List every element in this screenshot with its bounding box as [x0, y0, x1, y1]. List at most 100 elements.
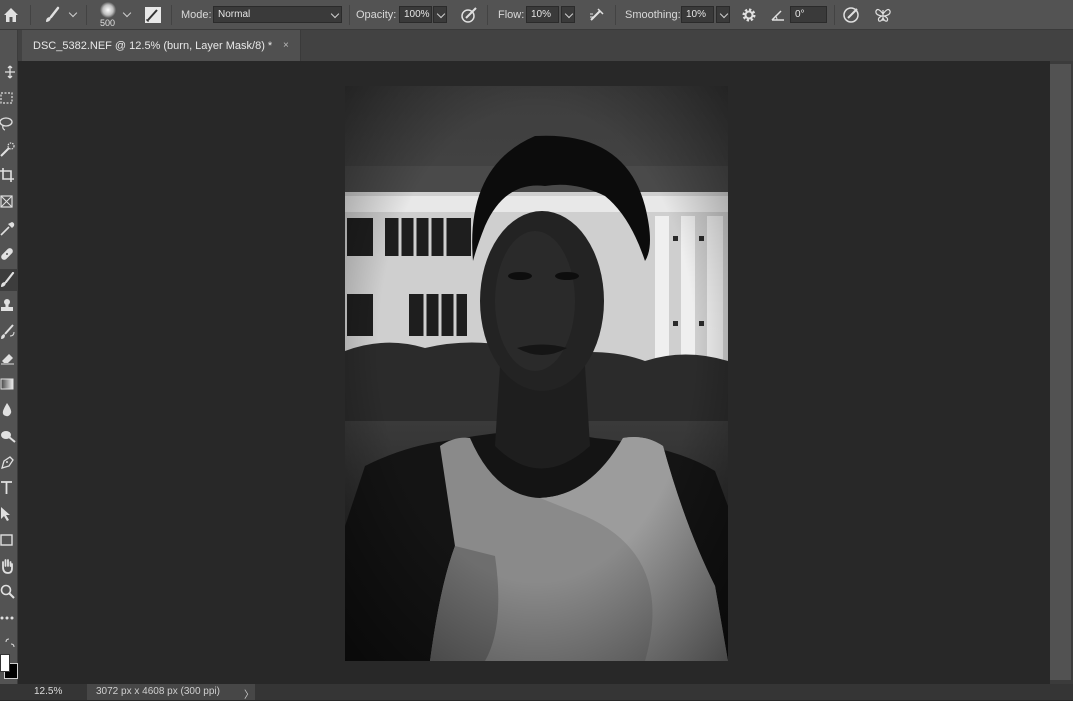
close-tab-icon[interactable]: ×	[283, 40, 289, 51]
smoothing-dropdown[interactable]	[716, 6, 730, 23]
opacity-input[interactable]: 100%	[399, 6, 432, 23]
lasso-icon	[0, 117, 13, 131]
brush-settings-icon	[145, 7, 161, 23]
opacity-label: Opacity:	[356, 9, 397, 21]
lasso-tool[interactable]	[0, 113, 17, 135]
angle-value: 0°	[795, 9, 805, 20]
bandage-icon	[1, 248, 13, 260]
pressure-opacity-toggle[interactable]	[460, 0, 480, 30]
foreground-color-swatch[interactable]	[0, 654, 10, 672]
rectangle-tool[interactable]	[0, 529, 17, 551]
brush-settings-toggle[interactable]	[144, 0, 164, 30]
gradient-tool[interactable]	[0, 373, 17, 395]
frame-tool[interactable]	[0, 191, 17, 213]
pressure-size-icon	[843, 7, 859, 23]
smoothing-value: 10%	[686, 9, 707, 20]
quick-selection-icon	[0, 142, 15, 157]
marquee-icon	[0, 92, 13, 104]
flow-input[interactable]: 10%	[526, 6, 559, 23]
brush-icon	[46, 6, 60, 22]
drop-icon	[2, 403, 12, 417]
hand-tool[interactable]	[0, 555, 17, 577]
brush-size-value: 500	[100, 18, 116, 28]
path-selection-tool[interactable]	[0, 503, 17, 525]
smoothing-options-button[interactable]	[740, 0, 762, 30]
separator	[86, 5, 87, 25]
clone-stamp-tool[interactable]	[0, 295, 17, 317]
brush-tool-icon	[1, 272, 15, 287]
more-tools[interactable]	[0, 607, 17, 629]
angle-icon-wrap	[770, 0, 786, 30]
type-tool[interactable]	[0, 477, 17, 499]
dodge-burn-tool[interactable]	[0, 425, 17, 447]
zoom-icon	[0, 584, 15, 599]
arrow-icon	[1, 507, 10, 521]
rectangle-icon	[0, 534, 13, 546]
move-tool[interactable]	[0, 61, 17, 83]
zoom-tool[interactable]	[0, 581, 17, 603]
brush-tip-preview	[100, 2, 116, 18]
separator	[487, 5, 488, 25]
history-brush-icon	[1, 324, 15, 339]
smoothing-label: Smoothing:	[625, 9, 681, 21]
separator	[171, 5, 172, 25]
type-icon	[1, 481, 12, 494]
pen-icon	[1, 456, 14, 469]
portrait-photo	[345, 86, 728, 661]
eraser-tool[interactable]	[0, 347, 17, 369]
document-info[interactable]: 3072 px x 4608 px (300 ppi)	[87, 684, 255, 700]
document-tab-title: DSC_5382.NEF @ 12.5% (burn, Layer Mask/8…	[33, 40, 273, 52]
more-icon	[0, 616, 14, 620]
angle-icon	[771, 10, 784, 21]
pen-tool[interactable]	[0, 451, 17, 473]
tools-panel	[0, 30, 18, 684]
pressure-size-toggle[interactable]	[842, 0, 862, 30]
healing-brush-tool[interactable]	[0, 243, 17, 265]
mode-value: Normal	[218, 9, 251, 20]
swap-colors-icon[interactable]	[5, 635, 15, 648]
separator	[615, 5, 616, 25]
hand-icon	[2, 559, 13, 574]
tool-preset-picker[interactable]	[42, 0, 78, 30]
butterfly-icon	[875, 8, 891, 22]
document-image[interactable]	[345, 86, 728, 661]
opacity-dropdown[interactable]	[433, 6, 447, 23]
quick-selection-tool[interactable]	[0, 139, 17, 161]
crop-tool[interactable]	[0, 165, 17, 187]
crop-icon	[0, 168, 14, 182]
blur-tool[interactable]	[0, 399, 17, 421]
smoothing-input[interactable]: 10%	[681, 6, 714, 23]
mode-label: Mode:	[181, 9, 212, 21]
flow-label: Flow:	[498, 9, 525, 21]
dodge-icon	[1, 431, 16, 443]
history-brush-tool[interactable]	[0, 321, 17, 343]
brush-tool[interactable]	[0, 269, 17, 291]
opacity-value: 100%	[404, 9, 430, 20]
airbrush-icon	[590, 8, 604, 21]
separator	[834, 5, 835, 25]
move-icon	[5, 65, 15, 79]
brush-size-picker[interactable]: 500	[96, 0, 136, 30]
status-menu-arrow-icon[interactable]: 〉	[244, 686, 254, 701]
home-button[interactable]	[2, 0, 24, 30]
home-icon	[4, 8, 18, 22]
angle-input[interactable]: 0°	[790, 6, 827, 23]
gear-icon	[742, 8, 756, 22]
flow-dropdown[interactable]	[561, 6, 575, 23]
zoom-level[interactable]: 12.5%	[34, 686, 62, 697]
airbrush-toggle[interactable]	[588, 0, 608, 30]
document-tab[interactable]: DSC_5382.NEF @ 12.5% (burn, Layer Mask/8…	[22, 30, 301, 61]
stamp-icon	[1, 299, 13, 311]
eraser-icon	[1, 354, 14, 365]
document-dimensions: 3072 px x 4608 px (300 ppi)	[96, 686, 220, 697]
pressure-icon	[461, 7, 477, 23]
options-bar: 500 Mode: Normal Opacity: 100% Flow: 10%…	[0, 0, 1073, 30]
eyedropper-tool[interactable]	[0, 217, 17, 239]
mode-select[interactable]: Normal	[213, 6, 342, 23]
eyedropper-icon	[0, 222, 15, 236]
gradient-icon	[0, 378, 14, 390]
frame-icon	[0, 195, 13, 208]
symmetry-button[interactable]	[874, 0, 894, 30]
scrollbar-thumb[interactable]	[1050, 64, 1071, 680]
marquee-tool[interactable]	[0, 87, 17, 109]
